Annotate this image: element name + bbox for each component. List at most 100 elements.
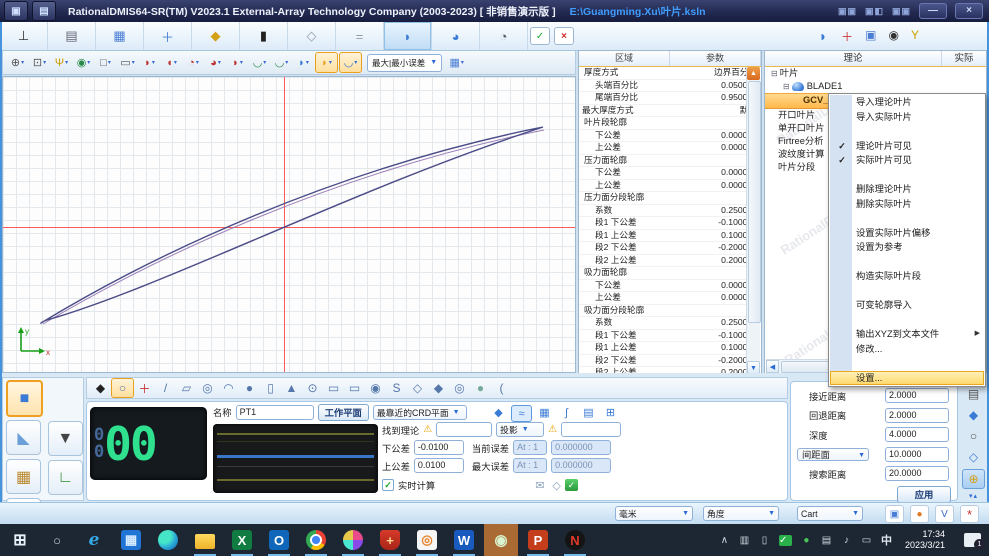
context-menu-item[interactable] xyxy=(830,284,984,299)
blade-edit-icon[interactable]: ◗▾ xyxy=(315,52,338,73)
parameter-row[interactable]: 段1 下公差 -0.100000 xyxy=(579,217,761,230)
probe-ball-icon[interactable]: ● xyxy=(910,505,929,523)
scan-parameter-input[interactable] xyxy=(885,466,949,481)
realtime-checkbox[interactable]: ✓ xyxy=(382,479,394,491)
arc-icon[interactable]: ◠ xyxy=(218,379,239,397)
sphere-icon[interactable]: ● xyxy=(239,379,260,397)
context-menu-item[interactable] xyxy=(830,124,984,139)
polygon-icon[interactable]: ◆ xyxy=(428,379,449,397)
cad-icon[interactable]: ◇ xyxy=(288,22,336,50)
security-shield-icon[interactable]: + xyxy=(378,528,402,552)
screen-icon[interactable]: ▣ xyxy=(865,28,876,45)
parameter-row[interactable]: 压力面分段轮廓 xyxy=(579,192,761,205)
feature-axes-icon[interactable]: ＋ xyxy=(134,379,155,397)
scan-icon[interactable]: ▤ xyxy=(579,405,598,420)
context-menu-item[interactable]: 输出XYZ到文本文件 xyxy=(830,327,984,342)
parameter-row[interactable]: 下公差 0.000000 xyxy=(579,280,761,293)
context-menu-item[interactable]: 设置实际叶片偏移 xyxy=(830,226,984,241)
blade-module-icon[interactable]: ◗ xyxy=(384,22,432,50)
coordinate-axes-icon[interactable]: ∟ xyxy=(48,460,83,495)
line-icon[interactable]: / xyxy=(155,379,176,397)
parameter-row[interactable]: 系数 0.250000 xyxy=(579,317,761,330)
machine-link-icons[interactable]: ▣▣ xyxy=(838,6,857,17)
parameter-row[interactable]: 下公差 0.000000 xyxy=(579,130,761,143)
torus-icon[interactable]: ◉ xyxy=(365,379,386,397)
mesh-sphere-icon[interactable]: ● xyxy=(470,379,491,397)
scan-parameter-input[interactable] xyxy=(885,447,949,462)
caliper-box-icon[interactable]: ▦ xyxy=(6,459,41,494)
blade-fill-icon[interactable]: ◗▾ xyxy=(293,53,314,72)
disc-icon[interactable]: ◎ xyxy=(449,379,470,397)
datum-icon[interactable]: ▣ xyxy=(885,505,904,523)
blade-lean-icon[interactable]: ◖▾ xyxy=(161,53,182,72)
outlook-icon[interactable]: O xyxy=(267,528,291,552)
vector-tool-icon[interactable]: V xyxy=(935,505,954,523)
paint3d-icon[interactable] xyxy=(341,528,365,552)
axes-icon[interactable]: ＋ xyxy=(841,28,853,45)
print-icon[interactable]: ▤ xyxy=(963,385,984,403)
context-menu-item[interactable] xyxy=(830,168,984,183)
protractor-icon[interactable]: ◣ xyxy=(6,420,41,455)
feature-name-input[interactable] xyxy=(236,405,314,420)
probe-pair-icon[interactable]: ◆ xyxy=(489,405,508,420)
word-icon[interactable]: W xyxy=(452,528,476,552)
blade-rotate-icon[interactable]: ◗▾ xyxy=(139,53,160,72)
graphics-viewport[interactable]: x y xyxy=(2,76,576,373)
connection-icons[interactable]: ▣▣ xyxy=(892,6,911,17)
parameter-row[interactable]: 头端百分比 0.050000 xyxy=(579,80,761,93)
clock[interactable]: 17:34 2023/3/21 xyxy=(905,529,945,551)
workplane-button[interactable]: 工作平面 xyxy=(318,404,369,421)
probe-view-icon[interactable]: ◆ xyxy=(963,406,984,424)
card-reader-icon[interactable]: ▤ xyxy=(821,533,832,547)
tray-device-icon[interactable]: ▥ xyxy=(739,533,750,547)
parameter-row[interactable]: 段1 上公差 0.100000 xyxy=(579,342,761,355)
parameter-scrollbar[interactable]: ▲ ▼ xyxy=(746,67,760,374)
tree-node-blade1[interactable]: ⊟BLADE1 xyxy=(765,80,986,93)
context-menu-item[interactable]: 设置为参考 xyxy=(830,240,984,255)
tray-phone-icon[interactable]: ▯ xyxy=(759,533,770,547)
notification-icon[interactable]: 1 xyxy=(964,533,981,547)
context-menu-item[interactable]: 构造实际叶片段 xyxy=(830,269,984,284)
label-box-icon[interactable]: ▭▾ xyxy=(117,53,138,72)
app-menu-icon[interactable]: ▤ xyxy=(32,1,56,21)
parameter-row[interactable]: 尾端百分比 0.950000 xyxy=(579,92,761,105)
display-mode-icons[interactable]: ▣◧ xyxy=(865,6,884,17)
network-icon[interactable]: ▭ xyxy=(861,533,872,547)
found-theory-input[interactable] xyxy=(436,422,492,437)
parameter-row[interactable]: 系数 0.250000 xyxy=(579,205,761,218)
strip-scroll-arrows[interactable]: ▾▴ xyxy=(969,492,978,500)
scan-parameter-input[interactable] xyxy=(885,427,949,442)
parameter-row[interactable]: 下公差 0.000000 xyxy=(579,167,761,180)
start-button[interactable]: ⊞ xyxy=(8,528,32,552)
remote-app-icon[interactable]: ▦ xyxy=(119,528,143,552)
context-menu-item[interactable]: 可变轮廓导入 xyxy=(830,298,984,313)
scroll-left-icon[interactable]: ◀ xyxy=(766,360,779,373)
parameter-row[interactable]: 上公差 0.000000 xyxy=(579,142,761,155)
surface-icon[interactable]: ◇ xyxy=(407,379,428,397)
history-clock-icon[interactable]: ◔ xyxy=(480,22,528,50)
trend-chart-icon[interactable]: ≈ xyxy=(511,405,532,422)
tree-node-blade-root[interactable]: ⊟叶片 xyxy=(765,67,986,80)
plane-icon[interactable]: ▱ xyxy=(176,379,197,397)
tray-expand-icon[interactable]: ∧ xyxy=(719,533,730,547)
confirm-check-icon[interactable]: ✓ xyxy=(565,479,578,491)
edge-icon[interactable] xyxy=(156,528,180,552)
probe-mode-icon[interactable]: ◆ xyxy=(90,379,111,397)
blade-twist-icon[interactable]: ◔▾ xyxy=(183,53,204,72)
round-slot-icon[interactable]: ▭ xyxy=(344,379,365,397)
units-select[interactable]: 毫米▼ xyxy=(615,506,693,521)
parameter-row[interactable]: 叶片段轮廓 xyxy=(579,117,761,130)
center-view-icon[interactable]: ⊕▾ xyxy=(7,53,28,72)
parameter-row[interactable]: 吸力面分段轮廓 xyxy=(579,305,761,318)
scrollbar-thumb[interactable] xyxy=(748,81,761,323)
probe-setup-icon[interactable]: ⊥ xyxy=(0,22,48,50)
context-menu-item[interactable]: 导入实际叶片 xyxy=(830,110,984,125)
multi-tool-icon[interactable]: * xyxy=(960,505,979,523)
analysis-icon[interactable]: ◕ xyxy=(432,22,480,50)
blade-wave-icon[interactable]: ◡▾ xyxy=(249,53,270,72)
volume-icon[interactable]: ♪ xyxy=(841,533,852,547)
probe-cube-icon[interactable]: ■ xyxy=(6,380,43,417)
probe-small-icon[interactable]: ◇ xyxy=(552,479,560,492)
parameter-row[interactable]: 段1 上公差 0.100000 xyxy=(579,230,761,243)
search-icon[interactable]: ○ xyxy=(45,528,69,552)
